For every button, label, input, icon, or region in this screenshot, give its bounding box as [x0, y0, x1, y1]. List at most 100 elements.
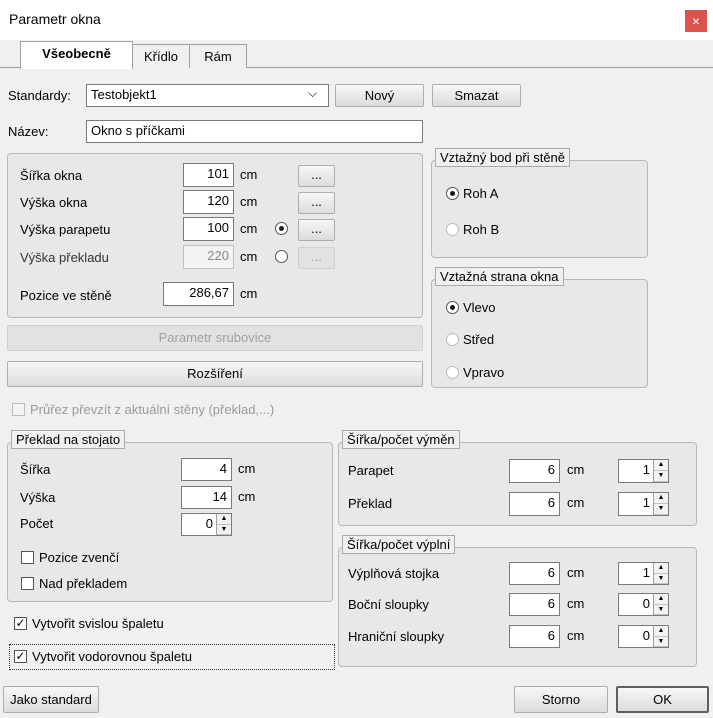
fill-post-label: Výplňová stojka: [348, 566, 440, 581]
name-label: Název:: [8, 124, 49, 139]
vertical-reveal-checkbox[interactable]: ✓: [14, 617, 27, 630]
expand-button[interactable]: Rozšíření: [7, 361, 423, 387]
above-lintel-label: Nad překladem: [39, 576, 128, 591]
take-over-label: Průřez převzít z aktuální stěny (překlad…: [30, 402, 275, 417]
corner-b-label: Roh B: [463, 222, 500, 237]
arrow-down-icon[interactable]: ▼: [654, 637, 668, 647]
window-height-input[interactable]: 120: [183, 190, 234, 214]
window-width-input[interactable]: 101: [183, 163, 234, 187]
tab-general[interactable]: Všeobecně: [20, 41, 133, 69]
horizontal-reveal-label: Vytvořit vodorovnou špaletu: [32, 649, 192, 664]
lintel-height-label: Výška překladu: [20, 250, 109, 265]
side-columns-input[interactable]: 6: [509, 593, 560, 616]
tab-sash[interactable]: Křídlo: [132, 44, 190, 68]
standards-value: Testobjekt1: [91, 87, 157, 102]
parapet-height-input[interactable]: 100: [183, 217, 234, 241]
standards-label: Standardy:: [8, 88, 71, 103]
corner-a-label: Roh A: [463, 186, 499, 201]
arrow-up-icon[interactable]: ▲: [654, 563, 668, 574]
lintel-box-height-label: Výška: [20, 490, 56, 505]
exchange-parapet-spinner[interactable]: ▲ ▼: [653, 460, 668, 482]
delete-button[interactable]: Smazat: [432, 84, 521, 107]
side-columns-unit: cm: [567, 596, 585, 611]
arrow-down-icon[interactable]: ▼: [654, 605, 668, 615]
border-columns-unit: cm: [567, 628, 585, 643]
title-bar: [0, 0, 713, 40]
arrow-down-icon[interactable]: ▼: [654, 504, 668, 515]
wall-position-label: Pozice ve stěně: [20, 288, 112, 303]
arrow-up-icon[interactable]: ▲: [654, 460, 668, 471]
side-columns-label: Boční sloupky: [348, 597, 429, 612]
reference-side-title: Vztažná strana okna: [435, 267, 564, 286]
side-columns-spinner[interactable]: ▲ ▼: [653, 594, 668, 615]
border-columns-label: Hraniční sloupky: [348, 629, 445, 644]
reference-point-title: Vztažný bod při stěně: [435, 148, 571, 167]
name-input[interactable]: Okno s příčkami: [86, 120, 423, 143]
fill-post-unit: cm: [567, 565, 585, 580]
window-height-label: Výška okna: [20, 195, 88, 210]
log-parameter-button[interactable]: Parametr srubovice: [7, 325, 423, 351]
new-button[interactable]: Nový: [335, 84, 424, 107]
border-columns-input[interactable]: 6: [509, 625, 560, 648]
fill-title: Šířka/počet výplní: [342, 535, 456, 554]
window-width-more-button[interactable]: ...: [298, 165, 335, 187]
close-button[interactable]: ×: [685, 10, 707, 32]
exchange-lintel-input[interactable]: 6: [509, 492, 560, 516]
window-height-more-button[interactable]: ...: [298, 192, 335, 214]
fill-post-spinner[interactable]: ▲ ▼: [653, 563, 668, 584]
arrow-up-icon[interactable]: ▲: [654, 626, 668, 637]
exchange-title: Šířka/počet výměn: [342, 430, 460, 449]
arrow-up-icon[interactable]: ▲: [654, 594, 668, 605]
lintel-box-height-input[interactable]: 14: [181, 486, 232, 509]
exchange-parapet-unit: cm: [567, 462, 585, 477]
horizontal-reveal-checkbox[interactable]: ✓: [14, 650, 27, 663]
exchange-parapet-input[interactable]: 6: [509, 459, 560, 483]
standing-lintel-title: Překlad na stojato: [11, 430, 126, 449]
left-radio[interactable]: [446, 301, 459, 314]
parapet-height-label: Výška parapetu: [20, 222, 111, 237]
lintel-count-spinner[interactable]: ▲ ▼: [216, 514, 231, 535]
reference-point-panel: [431, 160, 648, 258]
lintel-width-input[interactable]: 4: [181, 458, 232, 481]
wall-position-unit: cm: [240, 286, 258, 301]
lintel-height-more-button[interactable]: ...: [298, 247, 335, 269]
cancel-button[interactable]: Storno: [514, 686, 608, 713]
corner-b-radio[interactable]: [446, 223, 459, 236]
lintel-box-height-unit: cm: [238, 489, 256, 504]
close-icon: ×: [691, 13, 701, 29]
chevron-down-icon: ⌵: [308, 86, 318, 100]
window-height-unit: cm: [240, 194, 258, 209]
arrow-down-icon[interactable]: ▼: [217, 525, 231, 535]
tab-frame[interactable]: Rám: [189, 44, 247, 68]
arrow-up-icon[interactable]: ▲: [654, 493, 668, 504]
parapet-height-more-button[interactable]: ...: [298, 219, 335, 241]
outside-position-checkbox[interactable]: [21, 551, 34, 564]
wall-position-input[interactable]: 286,67: [163, 282, 234, 306]
fill-post-input[interactable]: 6: [509, 562, 560, 585]
lintel-height-input[interactable]: 220: [183, 245, 234, 269]
outside-position-label: Pozice zvenčí: [39, 550, 120, 565]
arrow-down-icon[interactable]: ▼: [654, 574, 668, 584]
exchange-parapet-label: Parapet: [348, 463, 394, 478]
standards-select[interactable]: Testobjekt1: [86, 84, 329, 107]
right-radio[interactable]: [446, 366, 459, 379]
arrow-down-icon[interactable]: ▼: [654, 471, 668, 482]
center-label: Střed: [463, 332, 495, 347]
arrow-up-icon[interactable]: ▲: [217, 514, 231, 525]
parapet-height-radio[interactable]: [275, 222, 288, 235]
as-standard-button[interactable]: Jako standard: [3, 686, 99, 713]
border-columns-spinner[interactable]: ▲ ▼: [653, 626, 668, 647]
window-width-unit: cm: [240, 167, 258, 182]
exchange-lintel-unit: cm: [567, 495, 585, 510]
center-radio[interactable]: [446, 333, 459, 346]
lintel-count-label: Počet: [20, 516, 54, 531]
above-lintel-checkbox[interactable]: [21, 577, 34, 590]
ok-button[interactable]: OK: [616, 686, 709, 713]
lintel-height-radio[interactable]: [275, 250, 288, 263]
window-width-label: Šířka okna: [20, 168, 83, 183]
corner-a-radio[interactable]: [446, 187, 459, 200]
right-label: Vpravo: [463, 365, 505, 380]
exchange-lintel-label: Překlad: [348, 496, 393, 511]
take-over-checkbox[interactable]: [12, 403, 25, 416]
exchange-lintel-spinner[interactable]: ▲ ▼: [653, 493, 668, 515]
